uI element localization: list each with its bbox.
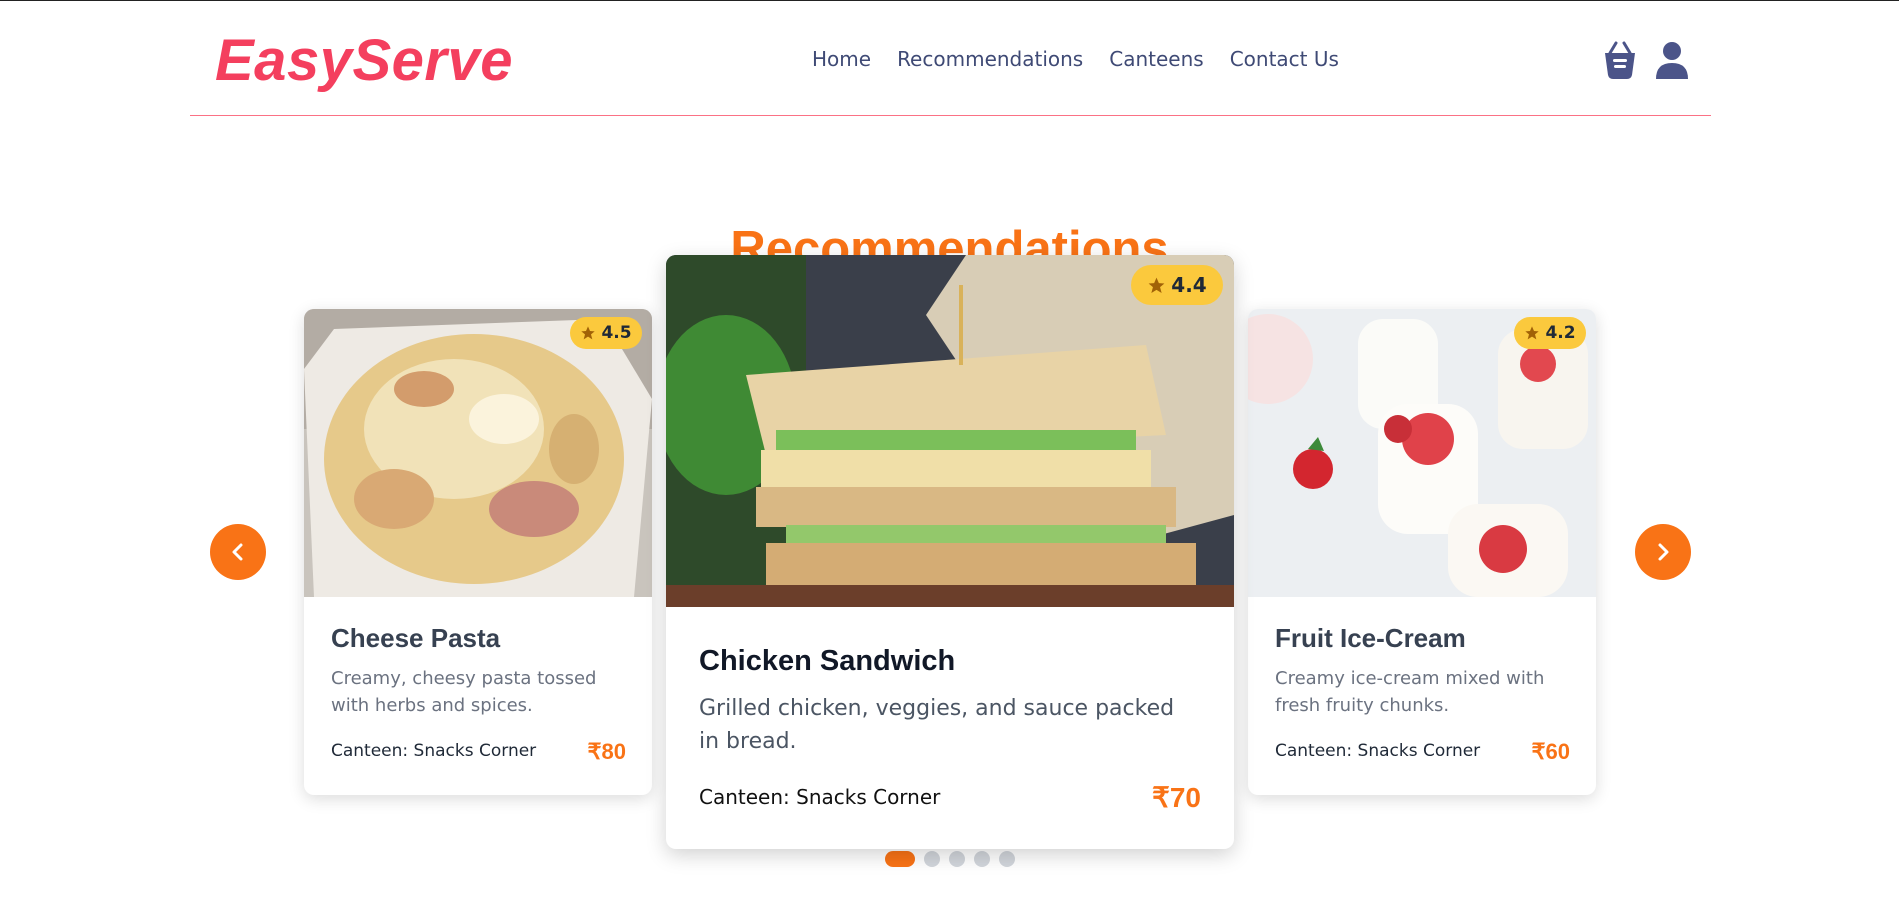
carousel-next-button[interactable] bbox=[1635, 524, 1691, 580]
canteen-label: Canteen: Snacks Corner bbox=[699, 785, 941, 809]
user-icon[interactable] bbox=[1653, 39, 1691, 81]
chevron-right-icon bbox=[1658, 543, 1669, 561]
canteen-label: Canteen: Snacks Corner bbox=[331, 741, 537, 761]
chevron-left-icon bbox=[232, 543, 243, 561]
food-image bbox=[1248, 309, 1596, 597]
basket-icon[interactable] bbox=[1601, 39, 1639, 81]
carousel-dot-4[interactable] bbox=[974, 851, 990, 867]
food-name: Fruit Ice-Cream bbox=[1275, 623, 1466, 653]
rating-badge: 4.2 bbox=[1514, 317, 1586, 349]
food-image bbox=[666, 255, 1234, 607]
star-icon bbox=[1148, 277, 1165, 293]
carousel-pagination bbox=[885, 851, 1015, 867]
food-name: Cheese Pasta bbox=[331, 623, 501, 653]
price: ₹70 bbox=[1152, 782, 1201, 813]
nav-contact-link[interactable]: Contact Us bbox=[1230, 45, 1339, 73]
rating-value: 4.4 bbox=[1171, 273, 1207, 297]
header-actions bbox=[1601, 39, 1691, 81]
food-image bbox=[304, 309, 652, 597]
food-description: Creamy ice-cream mixed with fresh fruity… bbox=[1275, 668, 1545, 716]
carousel-dot-3[interactable] bbox=[949, 851, 965, 867]
star-icon bbox=[581, 326, 596, 340]
rating-value: 4.5 bbox=[601, 323, 632, 343]
nav-recommendations-link[interactable]: Recommendations bbox=[897, 45, 1083, 73]
carousel-dot-2[interactable] bbox=[924, 851, 940, 867]
main-nav: Home Recommendations Canteens Contact Us bbox=[812, 45, 1339, 73]
food-name: Chicken Sandwich bbox=[699, 645, 956, 677]
canteen-label: Canteen: Snacks Corner bbox=[1275, 741, 1481, 761]
brand-logo[interactable]: EasyServe bbox=[215, 29, 513, 93]
food-card-fruit-ice-cream[interactable]: 4.2 Fruit Ice-Cream Creamy ice-cream mix… bbox=[1248, 309, 1596, 795]
carousel-dot-1[interactable] bbox=[885, 851, 915, 867]
carousel-dot-5[interactable] bbox=[999, 851, 1015, 867]
food-card-cheese-pasta[interactable]: 4.5 Cheese Pasta Creamy, cheesy pasta to… bbox=[304, 309, 652, 795]
food-description: Creamy, cheesy pasta tossed with herbs a… bbox=[331, 668, 597, 716]
price: ₹60 bbox=[1531, 739, 1570, 764]
star-icon bbox=[1525, 326, 1540, 340]
site-header: EasyServe Home Recommendations Canteens … bbox=[190, 1, 1711, 116]
price: ₹80 bbox=[587, 739, 626, 764]
rating-badge: 4.4 bbox=[1131, 265, 1223, 305]
food-description: Grilled chicken, veggies, and sauce pack… bbox=[699, 696, 1175, 754]
food-card-chicken-sandwich[interactable]: 4.4 Chicken Sandwich Grilled chicken, ve… bbox=[666, 255, 1234, 849]
nav-home-link[interactable]: Home bbox=[812, 45, 871, 73]
carousel-prev-button[interactable] bbox=[210, 524, 266, 580]
rating-badge: 4.5 bbox=[570, 317, 642, 349]
rating-value: 4.2 bbox=[1545, 323, 1576, 343]
nav-canteens-link[interactable]: Canteens bbox=[1109, 45, 1203, 73]
